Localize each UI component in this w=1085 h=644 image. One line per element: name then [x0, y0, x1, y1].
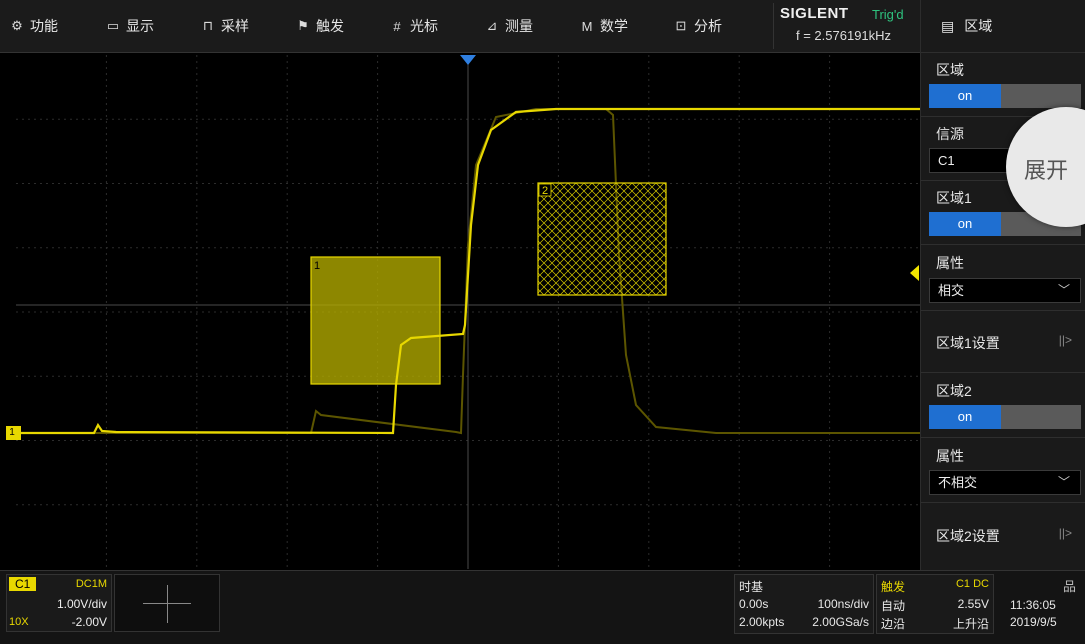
- divider: [921, 372, 1085, 373]
- zone1-property-select[interactable]: 相交 ﹀: [929, 278, 1081, 303]
- menu-cursors[interactable]: # 光标: [390, 0, 438, 52]
- zone2-settings-button[interactable]: 区域2设置 ||>: [921, 505, 1085, 565]
- trigger-level-marker[interactable]: [910, 265, 919, 281]
- top-menu-bar: ⚙ 功能 ▭ 显示 ⊓ 采样 ⚑ 触发 # 光标 ⊿ 测量 M 数学 ⊡ 分析 …: [0, 0, 920, 53]
- menu-acquire[interactable]: ⊓ 采样: [201, 0, 249, 52]
- zone1-settings-button[interactable]: 区域1设置 ||>: [921, 312, 1085, 372]
- divider: [921, 502, 1085, 503]
- menu-display[interactable]: ▭ 显示: [106, 0, 154, 52]
- timebase-delay: 0.00s: [739, 597, 769, 611]
- trigger-status: Trig'd: [872, 7, 904, 22]
- channel-1-badge: C1: [9, 577, 37, 591]
- chevron-down-icon: ﹀: [1057, 283, 1070, 297]
- divider: [921, 52, 1085, 53]
- zone-2[interactable]: 2: [537, 182, 667, 296]
- network-icon: 品: [1062, 579, 1076, 594]
- chevron-down-icon: ﹀: [1057, 475, 1070, 489]
- document-icon: ▤: [941, 17, 955, 34]
- zone2-property-label: 属性: [936, 448, 964, 464]
- timebase-scale: 100ns/div: [817, 597, 869, 611]
- trigger-slope: 上升沿: [952, 617, 989, 631]
- menu-label: 显示: [126, 18, 154, 34]
- source-label: 信源: [936, 126, 964, 142]
- trigger-type: 边沿: [881, 617, 906, 631]
- zone1-property-label: 属性: [936, 255, 964, 271]
- menu-measure[interactable]: ⊿ 测量: [485, 0, 533, 52]
- toggle-on: on: [929, 212, 1001, 236]
- channel-1-ground-marker[interactable]: 1: [6, 426, 18, 440]
- zone2-label: 区域2: [936, 383, 972, 399]
- trigger-source: C1 DC: [955, 578, 989, 590]
- measure-icon: ⊿: [486, 18, 498, 33]
- clock-date: 2019/9/5: [1010, 615, 1057, 629]
- analysis-icon: ⊡: [675, 18, 687, 33]
- zone-enable-toggle[interactable]: on: [929, 84, 1081, 108]
- panel-header: ▤ 区域: [921, 0, 1085, 52]
- math-icon: M: [581, 18, 593, 34]
- zone2-toggle[interactable]: on: [929, 405, 1081, 429]
- zone-2-label: 2: [542, 185, 548, 197]
- divider: [921, 310, 1085, 311]
- zone-enable-label: 区域: [936, 62, 964, 78]
- channel-1-probe: 10X: [9, 616, 29, 628]
- expand-label: 展开: [1024, 158, 1069, 183]
- trigger-info[interactable]: 触发 C1 DC 自动 2.55V 边沿 上升沿: [876, 574, 994, 634]
- zone-1[interactable]: 1: [310, 256, 441, 385]
- zone-1-label: 1: [314, 260, 320, 272]
- menu-trigger[interactable]: ⚑ 触发: [296, 0, 344, 52]
- menu-label: 功能: [30, 18, 58, 34]
- acquire-icon: ⊓: [202, 18, 214, 33]
- chevron-right-icon: ||>: [1058, 333, 1072, 347]
- menu-label: 测量: [505, 18, 533, 34]
- waveform-display[interactable]: 1 2 1: [16, 55, 920, 569]
- zone1-property-value: 相交: [938, 283, 965, 298]
- cursor-grid-icon: #: [393, 18, 401, 34]
- channel-1-info[interactable]: C1 DC1M 1.00V/div 10X -2.00V: [6, 574, 112, 632]
- zone2-property-value: 不相交: [938, 475, 978, 490]
- brand-logo: SIGLENT: [780, 5, 849, 22]
- menu-label: 光标: [410, 18, 438, 34]
- menu-math[interactable]: M 数学: [580, 0, 628, 52]
- channel-1-scale: 1.00V/div: [56, 597, 107, 611]
- chevron-right-icon: ||>: [1058, 526, 1072, 540]
- plus-icon: [167, 585, 168, 623]
- sample-rate: 2.00GSa/s: [812, 615, 869, 629]
- add-channel-button[interactable]: [114, 574, 220, 632]
- zone1-settings-label: 区域1设置: [936, 335, 1000, 351]
- toggle-on: on: [929, 84, 1001, 108]
- brand-status: SIGLENT Trig'd f = 2.576191kHz: [773, 3, 921, 49]
- clock: 品 11:36:05 2019/9/5: [996, 574, 1084, 632]
- channel-1-coupling: DC1M: [75, 578, 107, 590]
- toggle-on: on: [929, 405, 1001, 429]
- zone-panel: ▤ 区域 区域 on 信源 C1 区域1 on 属性 相交 ﹀ 区域1设置 ||…: [920, 0, 1085, 570]
- timebase-info[interactable]: 时基 0.00s 100ns/div 2.00kpts 2.00GSa/s: [734, 574, 874, 634]
- zone2-settings-label: 区域2设置: [936, 528, 1000, 544]
- gear-icon: ⚙: [11, 18, 23, 33]
- menu-analysis[interactable]: ⊡ 分析: [674, 0, 722, 52]
- zone1-label: 区域1: [936, 190, 972, 206]
- frequency-readout: f = 2.576191kHz: [796, 28, 892, 43]
- timebase-title: 时基: [739, 580, 764, 594]
- menu-label: 触发: [316, 18, 344, 34]
- trigger-mode: 自动: [881, 599, 906, 613]
- trigger-title: 触发: [881, 580, 906, 594]
- clock-time: 11:36:05: [1010, 598, 1056, 612]
- divider: [921, 244, 1085, 245]
- channel-1-offset: -2.00V: [71, 615, 107, 629]
- status-bar: C1 DC1M 1.00V/div 10X -2.00V 时基 0.00s 10…: [0, 570, 1085, 644]
- menu-label: 数学: [600, 18, 628, 34]
- flag-icon: ⚑: [297, 18, 309, 33]
- menu-label: 分析: [694, 18, 722, 34]
- memory-depth: 2.00kpts: [739, 615, 785, 629]
- divider: [921, 437, 1085, 438]
- zone2-property-select[interactable]: 不相交 ﹀: [929, 470, 1081, 495]
- source-value: C1: [938, 153, 955, 168]
- menu-function[interactable]: ⚙ 功能: [10, 0, 58, 52]
- monitor-icon: ▭: [106, 18, 120, 33]
- panel-title: 区域: [964, 18, 993, 34]
- menu-label: 采样: [221, 18, 249, 34]
- trigger-level: 2.55V: [957, 597, 989, 611]
